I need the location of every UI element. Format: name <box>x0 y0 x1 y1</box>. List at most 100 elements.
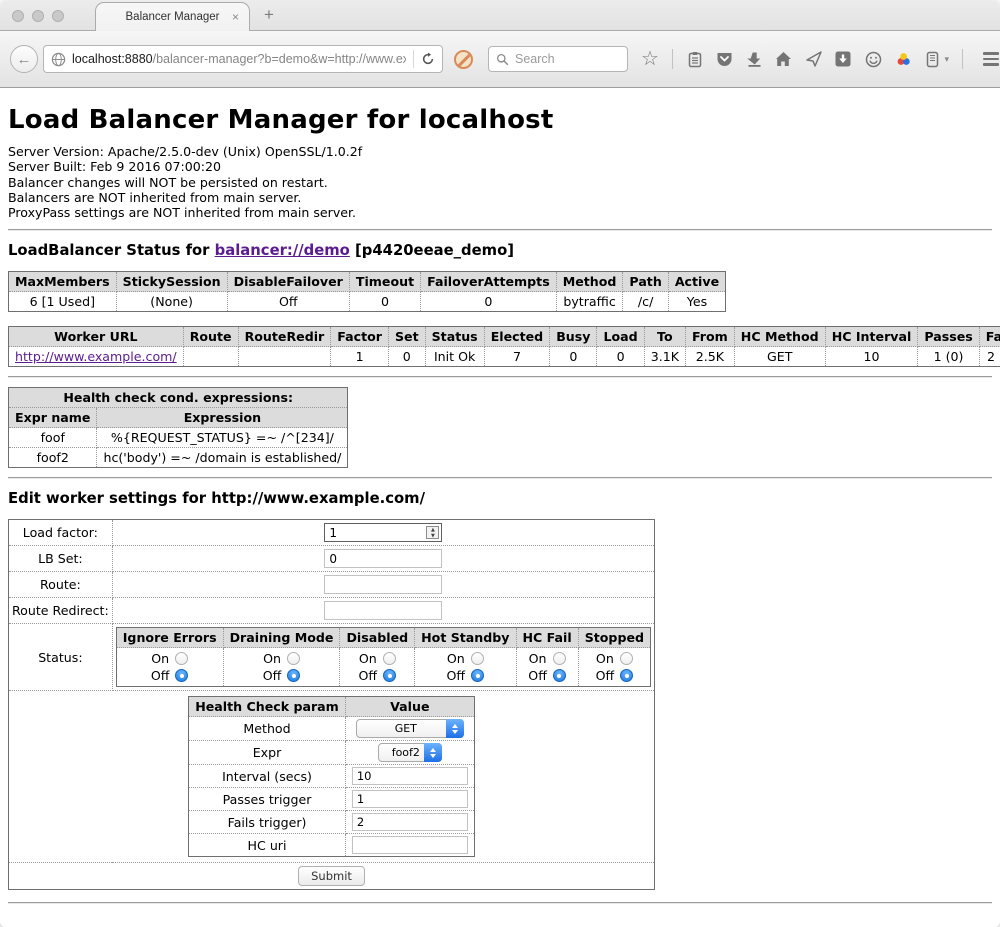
persist-note-line: Balancer changes will NOT be persisted o… <box>8 175 992 190</box>
expr-select[interactable]: foof2 <box>378 743 442 762</box>
col-disabled: Disabled <box>340 628 415 648</box>
tab-close-icon[interactable]: × <box>232 10 239 24</box>
tab-balancer-manager[interactable]: Balancer Manager × <box>95 2 250 31</box>
divider <box>8 902 992 904</box>
home-icon[interactable] <box>775 51 792 67</box>
col-method: Method <box>556 272 623 292</box>
divider <box>8 376 992 378</box>
reading-list-icon[interactable] <box>687 51 703 68</box>
col-passes: Passes <box>918 327 979 347</box>
table-header-row: Worker URL Route RouteRedir Factor Set S… <box>9 327 1000 347</box>
bookmark-star-icon[interactable]: ☆ <box>641 49 659 69</box>
download-panel-icon[interactable] <box>835 51 851 67</box>
col-timeout: Timeout <box>349 272 420 292</box>
col-expr-name: Expr name <box>9 408 97 428</box>
pocket-icon[interactable] <box>716 51 733 67</box>
route-redirect-input[interactable] <box>324 601 442 620</box>
window-controls <box>12 10 64 22</box>
table-row: 6 [1 Used] (None) Off 0 0 bytraffic /c/ … <box>9 292 726 312</box>
close-window-button[interactable] <box>12 10 24 22</box>
route-input[interactable] <box>324 575 442 594</box>
cell-expr-name: foof <box>9 428 97 448</box>
col-draining-mode: Draining Mode <box>223 628 340 648</box>
cell-status: Init Ok <box>425 347 484 367</box>
balancer-status-table: MaxMembers StickySession DisableFailover… <box>8 271 726 312</box>
download-icon[interactable] <box>747 51 762 67</box>
select-arrows-icon <box>446 719 464 738</box>
hot-standby-off-radio[interactable] <box>471 669 484 682</box>
number-spinner-icon[interactable]: ▲▼ <box>426 526 439 539</box>
menu-icon[interactable] <box>983 52 999 66</box>
draining-mode-on-radio[interactable] <box>287 652 300 665</box>
cell-hc-method: GET <box>734 347 825 367</box>
route-redirect-row: Route Redirect: <box>9 598 655 624</box>
col-fails: Fails <box>979 327 1000 347</box>
hc-fail-on-radio[interactable] <box>553 652 566 665</box>
reload-icon[interactable] <box>421 52 435 66</box>
toolbar-separator-2 <box>962 49 963 69</box>
search-icon <box>496 53 509 66</box>
worker-url-link[interactable]: http://www.example.com/ <box>15 349 177 364</box>
load-factor-input[interactable] <box>324 523 442 542</box>
battery-device-icon[interactable] <box>926 51 939 68</box>
draining-mode-off-radio[interactable] <box>287 669 300 682</box>
send-icon[interactable] <box>806 51 822 67</box>
off-label: Off <box>151 668 170 683</box>
expr-row-foof: foof %{REQUEST_STATUS} =~ /^[234]/ <box>9 428 348 448</box>
cell-failoverattempts: 0 <box>421 292 557 312</box>
col-factor: Factor <box>331 327 389 347</box>
col-busy: Busy <box>550 327 597 347</box>
zoom-window-button[interactable] <box>52 10 64 22</box>
ignore-errors-on-radio[interactable] <box>175 652 188 665</box>
submit-button[interactable]: Submit <box>298 866 365 886</box>
passes-row: Passes trigger <box>189 788 475 811</box>
url-text[interactable]: localhost:8880/balancer-manager?b=demo&w… <box>72 52 406 66</box>
method-selected-value: GET <box>395 722 417 735</box>
search-bar[interactable]: Search <box>488 46 628 72</box>
adblock-icon[interactable] <box>454 50 473 69</box>
urlbar-divider <box>413 50 414 68</box>
disabled-off-radio[interactable] <box>383 669 396 682</box>
minimize-window-button[interactable] <box>32 10 44 22</box>
url-bar[interactable]: localhost:8880/balancer-manager?b=demo&w… <box>43 45 443 73</box>
col-path: Path <box>623 272 668 292</box>
chevron-down-icon[interactable]: ▾ <box>944 54 949 65</box>
new-tab-button[interactable]: + <box>264 5 274 25</box>
back-button[interactable]: ← <box>10 45 38 73</box>
col-ignore-errors: Ignore Errors <box>116 628 223 648</box>
off-label: Off <box>359 668 378 683</box>
lb-set-input[interactable] <box>324 549 442 568</box>
hc-fail-off-radio[interactable] <box>553 669 566 682</box>
expr-label: Expr <box>189 741 346 765</box>
server-built-line: Server Built: Feb 9 2016 07:00:20 <box>8 159 992 174</box>
col-load: Load <box>597 327 644 347</box>
expr-row: Expr foof2 <box>189 741 475 765</box>
stopped-on-radio[interactable] <box>620 652 633 665</box>
color-management-icon[interactable] <box>895 51 912 67</box>
stopped-off-radio[interactable] <box>620 669 633 682</box>
cell-worker-url: http://www.example.com/ <box>9 347 184 367</box>
fails-input[interactable] <box>352 813 468 831</box>
load-factor-row: Load factor: ▲▼ <box>9 520 655 546</box>
balancer-link[interactable]: balancer://demo <box>215 242 350 259</box>
health-check-cell: Health Check param Value Method GET Expr <box>9 691 655 863</box>
col-failoverattempts: FailoverAttempts <box>421 272 557 292</box>
method-select[interactable]: GET <box>356 719 464 738</box>
expr-row-foof2: foof2 hc('body') =~ /domain is establish… <box>9 448 348 468</box>
feedback-smiley-icon[interactable] <box>865 51 882 68</box>
disabled-radios: On Off <box>340 648 415 687</box>
interval-input[interactable] <box>352 767 468 785</box>
route-redirect-label: Route Redirect: <box>9 598 113 624</box>
fails-label: Fails trigger) <box>189 811 346 834</box>
hot-standby-on-radio[interactable] <box>471 652 484 665</box>
passes-input[interactable] <box>352 790 468 808</box>
method-label: Method <box>189 717 346 741</box>
ignore-errors-off-radio[interactable] <box>175 669 188 682</box>
disabled-on-radio[interactable] <box>383 652 396 665</box>
draining-mode-radios: On Off <box>223 648 340 687</box>
worker-settings-form: Load factor: ▲▼ LB Set: Route: Route Red… <box>8 519 655 890</box>
lb-set-label: LB Set: <box>9 546 113 572</box>
hc-uri-input[interactable] <box>352 836 468 854</box>
cell-expr-name: foof2 <box>9 448 97 468</box>
cell-method: bytraffic <box>556 292 623 312</box>
